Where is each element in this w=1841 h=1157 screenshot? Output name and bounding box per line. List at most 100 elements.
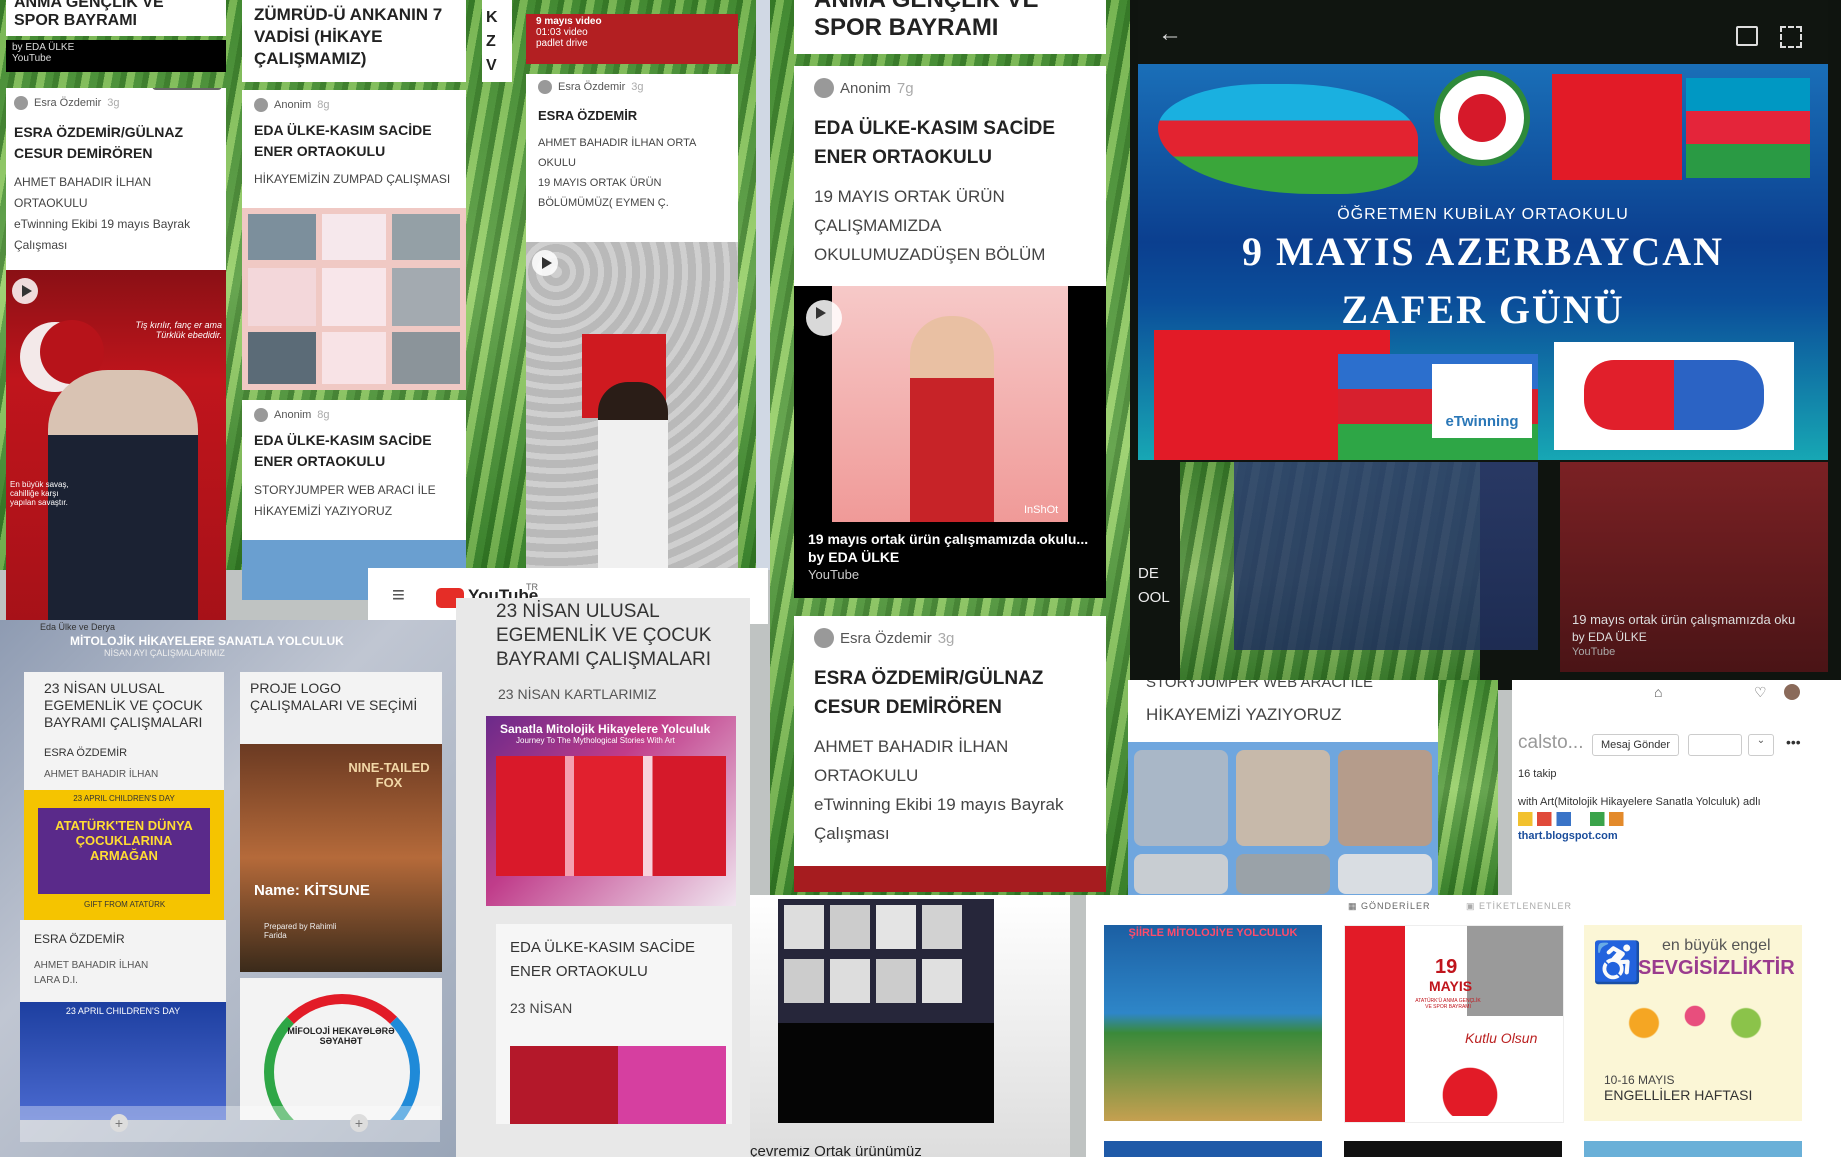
handshake-icon — [1584, 360, 1764, 430]
call-grid[interactable] — [778, 899, 994, 1123]
post-title: ESRA ÖZDEMİR/GÜLNAZ CESUR DEMİRÖREN — [814, 668, 1044, 718]
col1-post-card[interactable]: ✎ 🗑 ⋯ Esra Özdemir 3g ESRA ÖZDEMİR/GÜLNAZ… — [6, 88, 226, 270]
profile-link[interactable]: thart.blogspot.com — [1518, 830, 1618, 842]
profile-name[interactable]: calsto... — [1518, 732, 1583, 754]
hamburger-menu-icon[interactable]: ≡ — [392, 582, 405, 608]
zumpad-collage[interactable] — [242, 208, 466, 390]
follow-button[interactable] — [1688, 734, 1742, 756]
post-line1: AHMET BAHADIR İLHAN ORTA OKULU — [538, 137, 696, 169]
col3-partial-title: K Z V — [486, 9, 498, 74]
poster-line1: 9 MAYIS AZERBAYCAN — [1241, 229, 1725, 274]
post-title: EDA ÜLKE-KASIM SACİDE ENER ORTAOKULU — [254, 122, 432, 159]
video-title: 9 mayıs video — [536, 16, 602, 27]
heart-icon[interactable]: ♡ — [1754, 684, 1767, 701]
post-title: ESRA ÖZDEMİR — [538, 108, 638, 123]
post3-top: en büyük engel — [1662, 937, 1771, 954]
participant-tile — [830, 959, 870, 1003]
photo — [1236, 854, 1330, 894]
watermark: InShOt — [1024, 504, 1059, 516]
fox-title: NINE-TAILED FOX — [348, 760, 430, 790]
photo — [322, 332, 386, 384]
side-partial-text: DE OOL — [1138, 565, 1170, 606]
back-arrow-icon[interactable]: ← — [1158, 20, 1182, 48]
post-title: EDA ÜLKE-KASIM SACİDE ENER ORTAOKULU — [814, 118, 1056, 168]
youtube-bottom-caption[interactable]: çevremiz Ortak ürünümüz — [750, 1146, 922, 1157]
bottom-left-board-photo[interactable]: Eda Ülke ve Derya MİTOLOJİK HİKAYELERE S… — [0, 620, 456, 1157]
photo — [1134, 750, 1228, 846]
play-icon[interactable] — [806, 300, 842, 336]
post-disability-week[interactable]: ♿ en büyük engel SEVGİSİZLİKTİR 10-16 MA… — [1584, 925, 1802, 1121]
april23-phone-photo[interactable]: 23 NİSAN ULUSAL EGEMENLİK VE ÇOCUK BAYRA… — [456, 598, 750, 1157]
tab-posts[interactable]: ▦ GÖNDERİLER — [1348, 901, 1431, 912]
mid-title-card[interactable]: ANMA GENÇLİK VE SPOR BAYRAMI — [794, 0, 1106, 54]
play-icon[interactable] — [12, 278, 38, 304]
col4-video-strip[interactable]: 9 mayıs video 01:03 video padlet drive — [526, 14, 738, 64]
girl-figure — [910, 316, 994, 522]
bl-col1b-line: LARA D.I. — [34, 975, 78, 986]
post3-date: 10-16 MAYIS — [1604, 1073, 1675, 1087]
bl-col1-school: AHMET BAHADIR İLHAN — [44, 769, 159, 780]
mid-video-thumb[interactable]: InShOt 19 mayıs ortak ürün çalışmamızda … — [794, 286, 1106, 598]
post-author: Esra Özdemir — [840, 629, 932, 647]
home-icon[interactable]: ⌂ — [1654, 684, 1662, 700]
col4-post-card[interactable]: Esra Özdemir 3g ESRA ÖZDEMİR AHMET BAHADI… — [526, 74, 738, 242]
col1-title-card[interactable]: ANMA GENÇLİK VE SPOR BAYRAMI — [6, 0, 226, 36]
post-19-mayis[interactable]: 19 MAYIS ATATÜRK'Ü ANMA GENÇLİK VE SPOR … — [1344, 925, 1564, 1123]
avatar[interactable] — [1784, 684, 1800, 700]
viewer-topbar: ← — [1138, 0, 1828, 64]
caption-by: by EDA ÜLKE — [808, 549, 900, 565]
add-icon[interactable]: + — [350, 1114, 368, 1132]
photo — [392, 268, 460, 326]
mid-next-card-strip — [794, 866, 1106, 892]
post-myth-poetry[interactable]: ŞİİRLE MİTOLOJİYE YOLCULUK — [1104, 925, 1322, 1121]
student-flag-photo[interactable] — [526, 242, 738, 572]
post-meta: Esra Özdemir 3g — [814, 628, 1086, 648]
participant-tile — [830, 905, 870, 949]
col1-title: ANMA GENÇLİK VE SPOR BAYRAMI — [14, 0, 164, 29]
col2-post-card-1[interactable]: Anonim 8g EDA ÜLKE-KASIM SACİDE ENER ORTA… — [242, 90, 466, 390]
mid-post-card-2[interactable]: Esra Özdemir 3g ESRA ÖZDEMİR/GÜLNAZ CESUR… — [794, 616, 1106, 866]
add-icon[interactable]: + — [110, 1114, 128, 1132]
post-line1: AHMET BAHADIR İLHAN ORTAOKULU — [14, 175, 152, 210]
post-line1: HİKAYEMİZİN ZUMPAD ÇALIŞMASI — [254, 172, 451, 186]
april23-card[interactable]: EDA ÜLKE-KASIM SACİDE ENER ORTAOKULU 23 … — [496, 924, 732, 1124]
fullscreen-icon[interactable] — [1780, 26, 1802, 48]
bl-logo-card[interactable]: MİFOLOJİ HEKAYƏLƏRƏ SƏYAHƏT — [240, 978, 442, 1120]
board-top-strip: Eda Ülke ve Derya — [40, 622, 116, 632]
photo — [1134, 854, 1228, 894]
follow-count: 16 takip — [1518, 768, 1557, 780]
region-code: TR — [526, 582, 538, 592]
more-options-icon[interactable]: ••• — [1786, 734, 1801, 750]
post2-sign: Kutlu Olsun — [1465, 1030, 1538, 1046]
post-title: EDA ÜLKE-KASIM SACİDE ENER ORTAOKULU — [510, 939, 696, 980]
student-figure — [598, 382, 668, 572]
post-author: Anonim — [840, 79, 891, 97]
tab-posts-label: GÖNDERİLER — [1361, 901, 1431, 911]
post-body: 23 NİSAN — [510, 1000, 573, 1016]
post-body: 19 MAYIS ORTAK ÜRÜN ÇALIŞMAMIZDA OKULUMU… — [814, 187, 1046, 264]
bl-col2-card[interactable]: PROJE LOGO ÇALIŞMALARI VE SEÇİMİ NINE-TA… — [240, 672, 442, 972]
tab-tagged[interactable]: ▣ ETİKETLENENLER — [1466, 901, 1572, 912]
play-icon[interactable] — [532, 250, 558, 276]
col2-title-card[interactable]: ZÜMRÜD-Ü ANKANIN 7 VADİSİ (HİKAYE ÇALIŞM… — [242, 0, 466, 82]
chevron-down-icon[interactable]: ⌄ — [1748, 734, 1774, 756]
mid-post-card-1[interactable]: Anonim 7g EDA ÜLKE-KASIM SACİDE ENER ORTA… — [794, 66, 1106, 286]
bl-col1b-card[interactable]: ESRA ÖZDEMİR AHMET BAHADIR İLHAN LARA D.… — [20, 920, 226, 1120]
col1-video-strip[interactable]: by EDA ÜLKE YouTube — [6, 40, 226, 72]
post-meta: Anonim 8g — [254, 98, 454, 112]
myth-logo-ring — [264, 994, 420, 1120]
myth-poster-title: Sanatla Mitolojik Hikayelere Yolculuk — [500, 722, 711, 736]
story-card[interactable]: STORYJUMPER WEB ARACI İLE HİKAYEMİZİ YAZ… — [1128, 680, 1438, 895]
message-button[interactable]: Mesaj Gönder — [1592, 734, 1680, 756]
open-external-icon[interactable] — [1736, 26, 1758, 46]
poster-line2: ZAFER GÜNÜ — [1341, 287, 1625, 332]
azerbaijan-poster[interactable]: ÖĞRETMEN KUBİLAY ORTAOKULU 9 MAYIS AZERB… — [1138, 64, 1828, 460]
azerbaijan-flag-icon — [1686, 78, 1810, 178]
col1-video-source: YouTube — [12, 53, 52, 64]
etwinning-badge: eTwinning — [1432, 364, 1532, 438]
story-card-title: HİKAYEMİZİ YAZIYORUZ — [1146, 705, 1342, 724]
ataturk-poster-thumb[interactable]: Tiş kırılır, fanç er ama Türklük ebedidi… — [6, 270, 226, 636]
photo — [1236, 750, 1330, 846]
video-duration: 01:03 video — [536, 27, 588, 38]
post-time: 8g — [317, 409, 330, 421]
